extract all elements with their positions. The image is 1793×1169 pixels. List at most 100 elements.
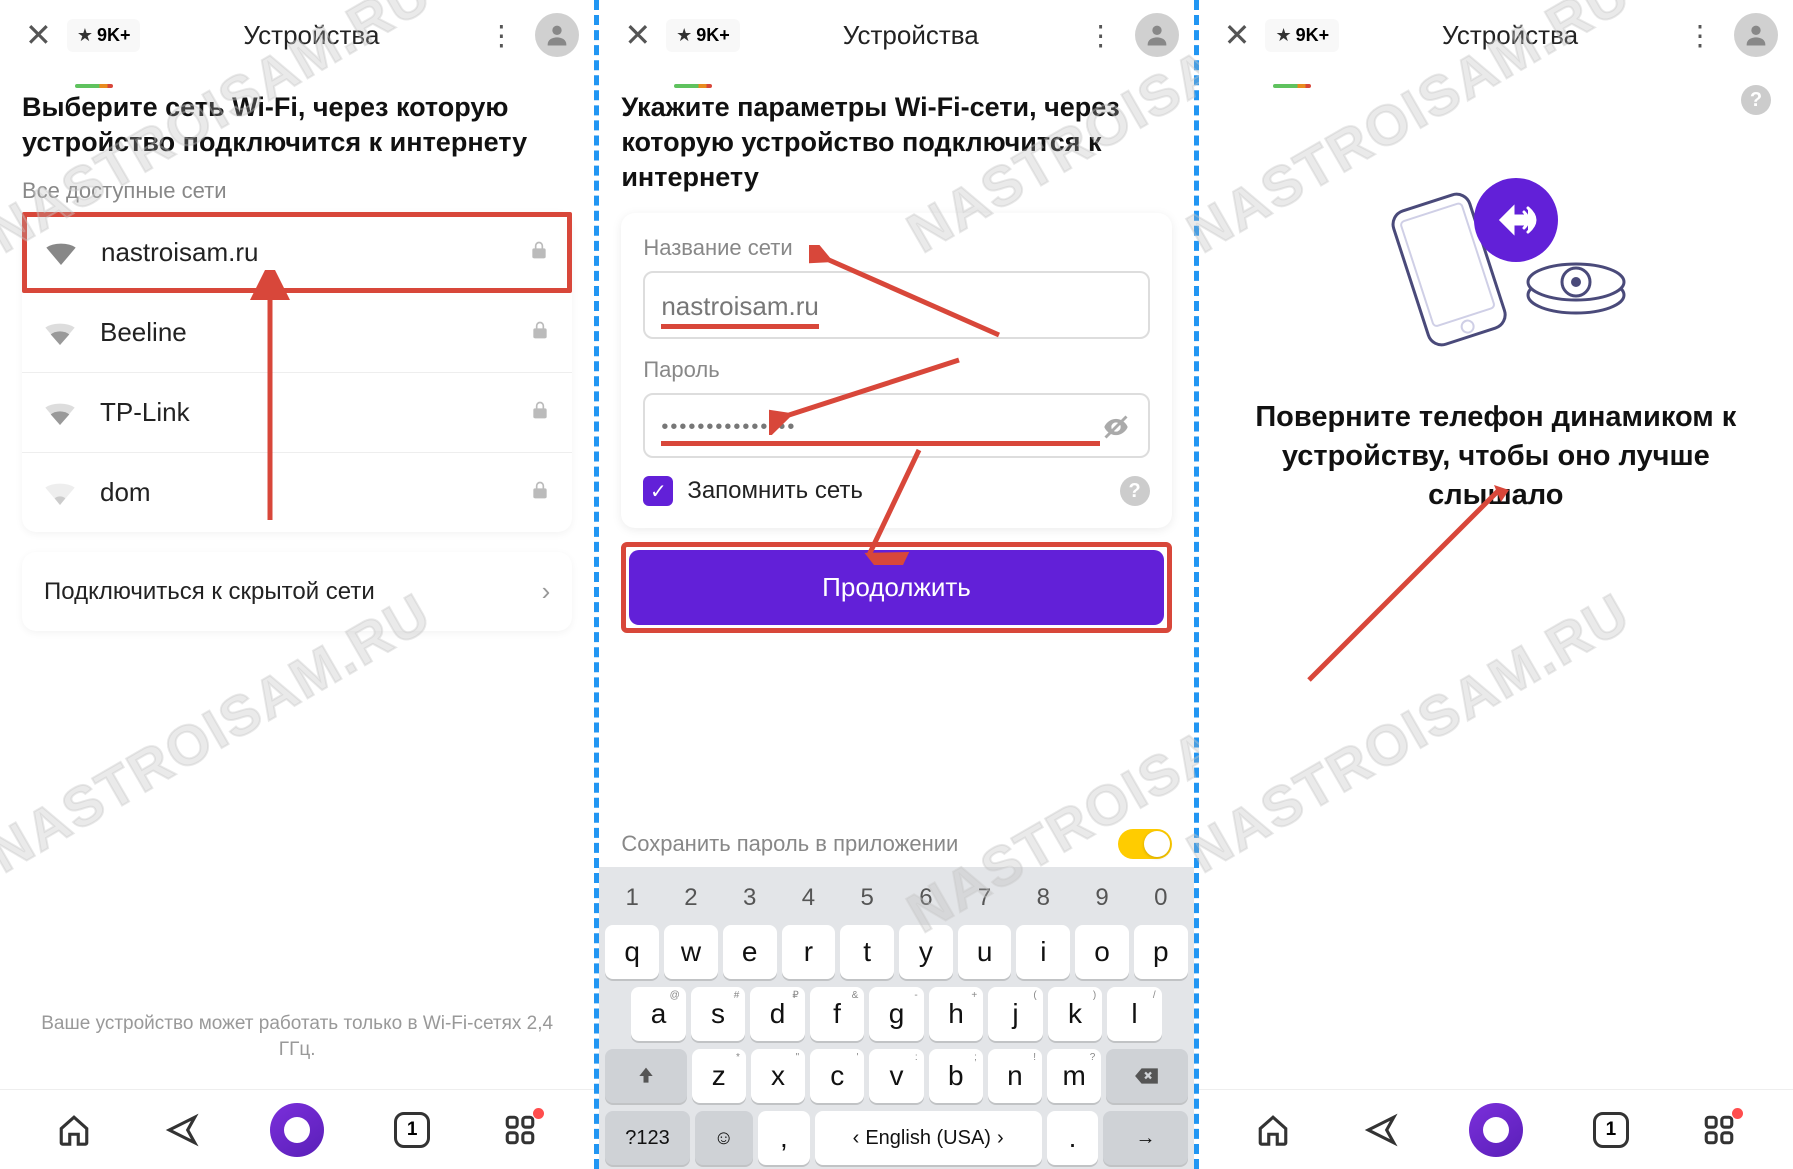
chevron-right-icon: › (542, 576, 551, 607)
key-w[interactable]: w (664, 925, 718, 979)
key-z[interactable]: z* (692, 1049, 746, 1103)
menu-dots-icon[interactable]: ⋮ (1666, 19, 1734, 52)
menu-dots-icon[interactable]: ⋮ (467, 19, 535, 52)
save-password-text: Сохранить пароль в приложении (621, 831, 1117, 857)
wifi-list: nastroisam.ru Beeline TP-Link (22, 212, 572, 532)
key-i[interactable]: i (1016, 925, 1070, 979)
help-icon[interactable]: ? (1741, 85, 1771, 115)
page-title: Устройства (1354, 20, 1666, 51)
send-icon[interactable] (1361, 1110, 1401, 1150)
lock-icon (530, 318, 550, 347)
key-u[interactable]: u (958, 925, 1012, 979)
close-icon[interactable]: ✕ (15, 16, 67, 54)
key-a[interactable]: a@ (631, 987, 685, 1041)
key-s[interactable]: s# (691, 987, 745, 1041)
lock-icon (529, 238, 549, 267)
key-o[interactable]: o (1075, 925, 1129, 979)
wifi-item-selected[interactable]: nastroisam.ru (22, 212, 572, 293)
rating-badge[interactable]: ★ 9K+ (666, 19, 740, 52)
page-title: Устройства (155, 20, 467, 51)
key-t[interactable]: t (840, 925, 894, 979)
key-v[interactable]: v: (869, 1049, 923, 1103)
tabs-count: 1 (407, 1119, 418, 1141)
key-x[interactable]: x" (751, 1049, 805, 1103)
key-9[interactable]: 9 (1075, 879, 1129, 917)
network-input[interactable]: nastroisam.ru (643, 271, 1149, 339)
apps-icon[interactable] (500, 1110, 540, 1150)
network-label: Название сети (643, 235, 1149, 261)
wifi-item[interactable]: Beeline (22, 293, 572, 373)
key-4[interactable]: 4 (782, 879, 836, 917)
tabs-button[interactable]: 1 (392, 1110, 432, 1150)
key-h[interactable]: h+ (929, 987, 983, 1041)
form-card: Название сети nastroisam.ru Пароль •••••… (621, 213, 1171, 528)
wifi-icon (44, 481, 76, 505)
key-k[interactable]: k) (1048, 987, 1102, 1041)
menu-dots-icon[interactable]: ⋮ (1067, 19, 1135, 52)
save-password-row: Сохранить пароль в приложении (599, 813, 1193, 867)
key-f[interactable]: f& (810, 987, 864, 1041)
screen-wifi-select: ✕ ★ 9K+ Устройства ⋮ Выберите сеть Wi-Fi… (0, 0, 599, 1169)
home-icon[interactable] (54, 1110, 94, 1150)
star-icon: ★ (77, 25, 93, 46)
continue-button[interactable]: Продолжить (629, 550, 1163, 625)
key-m[interactable]: m? (1047, 1049, 1101, 1103)
key-symbols[interactable]: ?123 (605, 1111, 689, 1165)
rating-badge[interactable]: ★ 9K+ (67, 19, 141, 52)
eye-off-icon[interactable] (1100, 413, 1132, 448)
key-e[interactable]: e (723, 925, 777, 979)
key-8[interactable]: 8 (1016, 879, 1070, 917)
save-password-toggle[interactable] (1118, 829, 1172, 859)
key-shift[interactable] (605, 1049, 686, 1103)
key-dot[interactable]: . (1047, 1111, 1099, 1165)
key-y[interactable]: y (899, 925, 953, 979)
key-7[interactable]: 7 (958, 879, 1012, 917)
key-p[interactable]: p (1134, 925, 1188, 979)
wifi-item[interactable]: TP-Link (22, 373, 572, 453)
key-3[interactable]: 3 (723, 879, 777, 917)
key-g[interactable]: g- (869, 987, 923, 1041)
key-b[interactable]: b; (929, 1049, 983, 1103)
remember-checkbox[interactable]: ✓ (643, 476, 673, 506)
key-6[interactable]: 6 (899, 879, 953, 917)
key-q[interactable]: q (605, 925, 659, 979)
send-icon[interactable] (162, 1110, 202, 1150)
remember-text: Запомнить сеть (687, 477, 1105, 505)
home-icon[interactable] (1253, 1110, 1293, 1150)
avatar[interactable] (1734, 13, 1778, 57)
key-space[interactable]: ‹English (USA)› (815, 1111, 1042, 1165)
hidden-network-button[interactable]: Подключиться к скрытой сети › (22, 552, 572, 631)
key-l[interactable]: l/ (1107, 987, 1161, 1041)
key-0[interactable]: 0 (1134, 879, 1188, 917)
avatar[interactable] (1135, 13, 1179, 57)
key-j[interactable]: j( (988, 987, 1042, 1041)
heading: Укажите параметры Wi-Fi-сети, через кото… (621, 90, 1171, 195)
alice-button[interactable] (1469, 1103, 1523, 1157)
apps-icon[interactable] (1699, 1110, 1739, 1150)
key-comma[interactable]: , (758, 1111, 810, 1165)
key-d[interactable]: d₽ (750, 987, 804, 1041)
key-2[interactable]: 2 (664, 879, 718, 917)
key-c[interactable]: c' (810, 1049, 864, 1103)
alice-button[interactable] (270, 1103, 324, 1157)
password-input[interactable]: ••••••••••••••• (643, 393, 1149, 458)
key-backspace[interactable] (1106, 1049, 1187, 1103)
key-5[interactable]: 5 (840, 879, 894, 917)
rating-badge[interactable]: ★ 9K+ (1265, 19, 1339, 52)
key-n[interactable]: n! (988, 1049, 1042, 1103)
help-icon[interactable]: ? (1120, 476, 1150, 506)
tabs-button[interactable]: 1 (1591, 1110, 1631, 1150)
wifi-item[interactable]: dom (22, 453, 572, 532)
star-icon: ★ (676, 25, 692, 46)
avatar[interactable] (535, 13, 579, 57)
key-1[interactable]: 1 (605, 879, 659, 917)
close-icon[interactable]: ✕ (614, 16, 666, 54)
password-label: Пароль (643, 357, 1149, 383)
key-emoji[interactable]: ☺ (695, 1111, 753, 1165)
bottombar: 1 (0, 1089, 594, 1169)
key-lang-text: English (USA) (865, 1127, 991, 1150)
close-icon[interactable]: ✕ (1214, 16, 1266, 54)
keyboard: 1 2 3 4 5 6 7 8 9 0 q w e r t y u i o p … (599, 867, 1193, 1169)
key-enter[interactable]: → (1103, 1111, 1187, 1165)
key-r[interactable]: r (782, 925, 836, 979)
